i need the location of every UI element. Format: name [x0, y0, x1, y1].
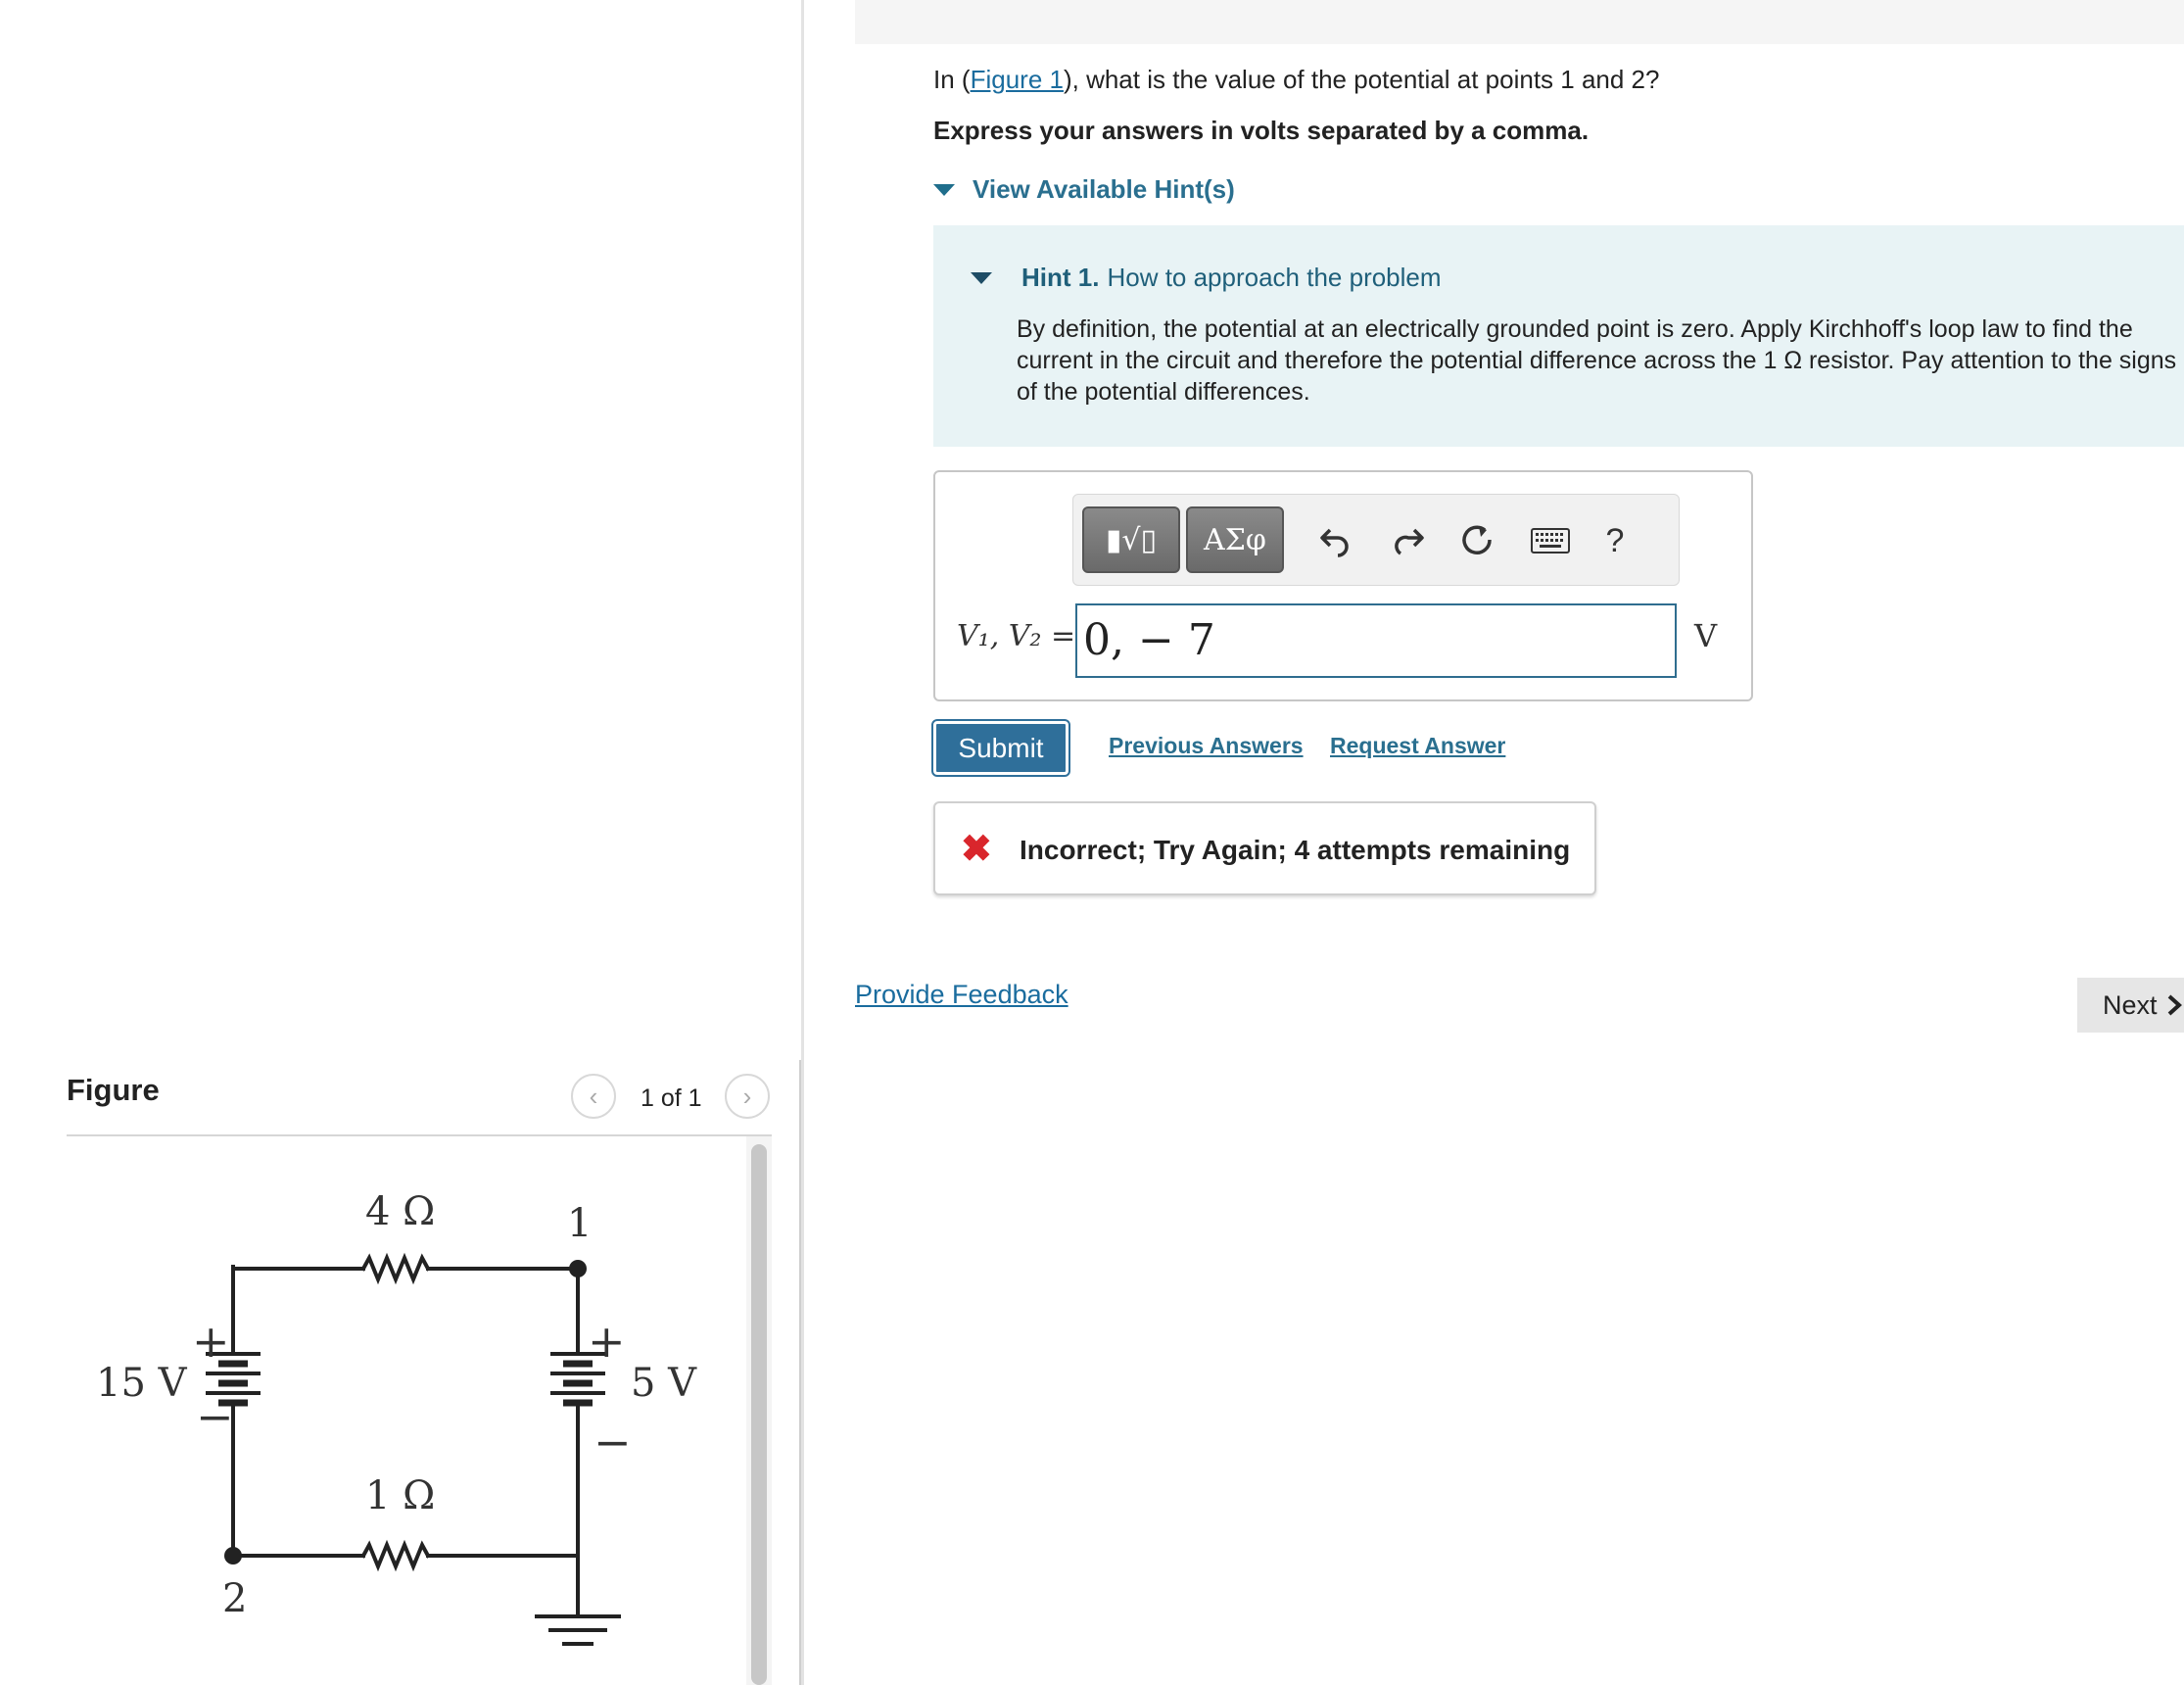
next-button[interactable]: Next [2077, 978, 2184, 1033]
view-hints-label: View Available Hint(s) [973, 174, 1235, 204]
question-text: In (Figure 1), what is the value of the … [933, 65, 1659, 95]
redo-icon[interactable] [1383, 514, 1436, 567]
hint-1-title: How to approach the problem [1107, 263, 1442, 292]
help-icon: ? [1605, 521, 1625, 559]
view-hints-toggle[interactable]: View Available Hint(s) [933, 174, 1235, 205]
top-left-wire [231, 1265, 365, 1271]
greek-symbols-button[interactable]: ΑΣφ [1186, 506, 1284, 573]
answer-container: ▮√▯ ΑΣφ ? V₁, V₂ = 0, − 7 V [933, 470, 1753, 701]
chevron-right-icon: › [742, 1081, 752, 1111]
templates-button[interactable]: ▮√▯ [1082, 506, 1180, 573]
figure-link[interactable]: Figure 1 [971, 65, 1064, 94]
triangle-down-icon [971, 271, 992, 284]
hint-1-toggle[interactable]: Hint 1. How to approach the problem [971, 263, 1442, 293]
help-button[interactable]: ? [1589, 514, 1641, 567]
label-1-ohm: 1 Ω [365, 1473, 435, 1518]
label-5v: 5 V [631, 1361, 697, 1406]
incorrect-x-icon: ✖ [961, 829, 992, 870]
label-point-1: 1 [567, 1201, 592, 1246]
pane-divider[interactable] [801, 0, 804, 1685]
templates-icon: ▮√▯ [1105, 522, 1158, 557]
hint-1-number: Hint 1. [1021, 263, 1100, 292]
question-prefix: In ( [933, 65, 971, 94]
undo-icon[interactable] [1308, 514, 1361, 567]
figure-next-button[interactable]: › [725, 1074, 770, 1119]
figure-prev-button[interactable]: ‹ [571, 1074, 616, 1119]
feedback-text: Incorrect; Try Again; 4 attempts remaini… [1020, 835, 1571, 865]
header-strip [855, 0, 2184, 44]
previous-answers-link[interactable]: Previous Answers [1109, 733, 1304, 759]
figure-scrollbar-thumb[interactable] [751, 1144, 767, 1685]
answer-input[interactable]: 0, − 7 [1075, 603, 1677, 678]
keyboard-icon[interactable] [1524, 514, 1577, 567]
label-minus-right: − [593, 1416, 632, 1468]
resistor-4-ohm [360, 1252, 431, 1285]
label-plus-left: + [192, 1315, 230, 1368]
label-minus-left: − [196, 1390, 234, 1443]
request-answer-link[interactable]: Request Answer [1330, 733, 1505, 759]
resistor-1-ohm [360, 1539, 431, 1572]
chevron-left-icon: ‹ [589, 1081, 598, 1111]
question-instruction: Express your answers in volts separated … [933, 116, 1590, 145]
triangle-down-icon [933, 183, 955, 196]
label-4-ohm: 4 Ω [365, 1189, 435, 1234]
chevron-right-icon [2167, 994, 2182, 1016]
figure-title: Figure [67, 1073, 160, 1107]
question-suffix: ), what is the value of the potential at… [1063, 65, 1660, 94]
answer-label: V₁, V₂ = [957, 619, 1076, 653]
hint-1-body: By definition, the potential at an elect… [1017, 315, 2177, 406]
reset-icon[interactable] [1451, 514, 1504, 567]
label-plus-right: + [588, 1315, 626, 1368]
math-toolbar: ▮√▯ ΑΣφ ? [1072, 494, 1680, 586]
hint-panel: Hint 1. How to approach the problem By d… [933, 225, 2184, 447]
answer-unit: V [1694, 617, 1718, 654]
pane-divider-handle[interactable] [799, 1060, 801, 1685]
greek-symbols-label: ΑΣφ [1204, 522, 1266, 557]
label-15v: 15 V [96, 1361, 188, 1406]
figure-page-indicator: 1 of 1 [641, 1084, 702, 1112]
circuit-diagram: 4 Ω 1 Ω 15 V 5 V 1 2 + − + − [96, 1189, 697, 1646]
submit-button[interactable]: Submit [931, 719, 1070, 777]
label-point-2: 2 [222, 1576, 247, 1621]
node-1 [569, 1260, 587, 1277]
ground-symbol [535, 1614, 621, 1646]
feedback-message-box: ✖ Incorrect; Try Again; 4 attempts remai… [933, 801, 1596, 895]
next-label: Next [2103, 989, 2158, 1020]
node-2 [224, 1547, 242, 1565]
provide-feedback-link[interactable]: Provide Feedback [855, 980, 1068, 1010]
